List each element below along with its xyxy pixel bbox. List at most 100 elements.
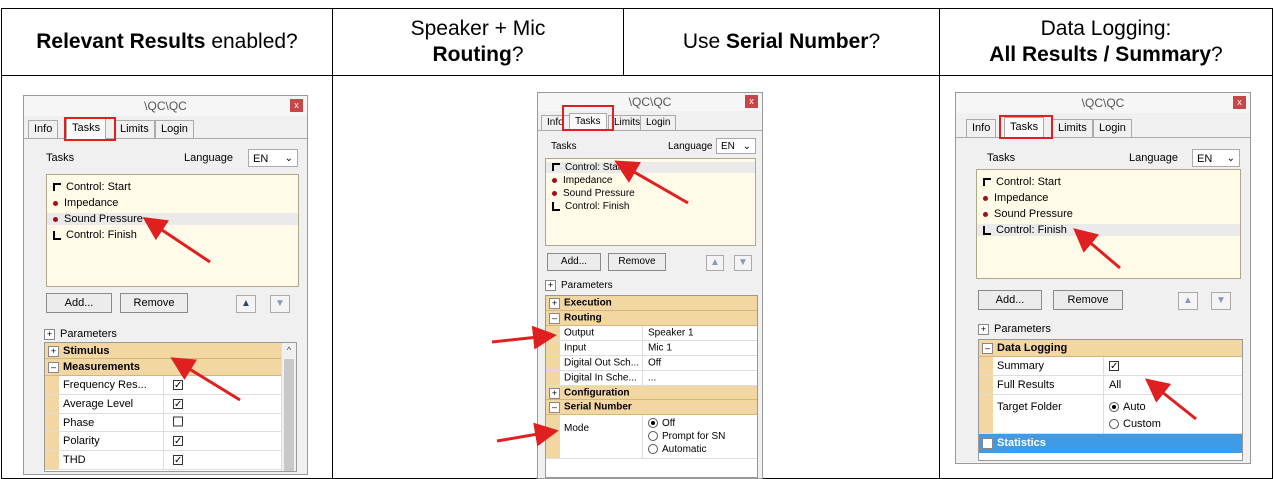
radio-custom[interactable]: Custom	[1109, 418, 1161, 430]
expand-icon: +	[982, 438, 993, 449]
table-row[interactable]: THD ✓	[45, 451, 296, 470]
move-up-button[interactable]: ▲	[236, 295, 256, 313]
language-label: Language	[1129, 152, 1178, 164]
bullet-icon	[552, 177, 557, 183]
add-button[interactable]: Add...	[978, 290, 1042, 310]
table-row[interactable]: Average Level ✓	[45, 395, 296, 414]
control-start-icon	[53, 183, 61, 192]
close-icon[interactable]: x	[290, 99, 303, 112]
table-row[interactable]: Mode Off Prompt for SN Automatic	[546, 415, 757, 459]
checkbox[interactable]: ✓	[173, 399, 183, 410]
category-configuration[interactable]: + Configuration	[546, 386, 757, 400]
add-button[interactable]: Add...	[547, 253, 601, 271]
expand-icon: +	[549, 298, 560, 309]
window-title: \QC\QC x	[24, 96, 307, 116]
parameters-toggle[interactable]: + Parameters	[978, 323, 1051, 335]
remove-button[interactable]: Remove	[1053, 290, 1123, 310]
control-finish-icon	[552, 201, 560, 211]
checkbox[interactable]: ✓	[173, 436, 183, 447]
table-row[interactable]: Output Speaker 1	[546, 326, 757, 341]
table-row[interactable]: Summary ✓	[979, 357, 1242, 376]
table-row[interactable]: Phase	[45, 414, 296, 432]
move-up-button[interactable]: ▲	[1178, 292, 1198, 310]
list-item[interactable]: Control: Start	[983, 176, 1061, 188]
list-item[interactable]: Sound Pressure	[552, 188, 635, 199]
category-stimulus[interactable]: + Stimulus	[45, 343, 296, 359]
task-list: Control: Start Impedance Sound Pressure …	[46, 174, 299, 287]
scrollbar[interactable]: ^	[281, 343, 296, 471]
qc-window-3: \QC\QC x Info Tasks Limits Login Tasks La…	[955, 92, 1251, 464]
task-list: Control: Start Impedance Sound Pressure …	[976, 169, 1241, 279]
tasks-label: Tasks	[46, 152, 75, 164]
radio-auto[interactable]: Auto	[1109, 401, 1146, 413]
category-measurements[interactable]: – Measurements	[45, 359, 296, 376]
category-serial-number[interactable]: – Serial Number	[546, 400, 757, 415]
tab-limits[interactable]: Limits	[114, 120, 155, 139]
tab-info[interactable]: Info	[966, 119, 997, 138]
checkbox[interactable]: ✓	[1109, 361, 1119, 372]
expand-icon: +	[545, 280, 556, 291]
parameters-toggle[interactable]: + Parameters	[44, 328, 117, 340]
list-item-selected[interactable]: Control: Finish	[977, 224, 1240, 236]
language-select[interactable]: EN ⌄	[716, 138, 756, 154]
language-select[interactable]: EN ⌄	[1192, 149, 1240, 167]
checkbox[interactable]: ✓	[173, 455, 183, 466]
list-item[interactable]: Impedance	[552, 175, 612, 186]
move-down-button[interactable]: ▼	[270, 295, 290, 313]
table-row[interactable]: Target Folder Auto Custom	[979, 395, 1242, 434]
add-button[interactable]: Add...	[46, 293, 112, 313]
table-row[interactable]: Input Mic 1	[546, 341, 757, 356]
tab-login[interactable]: Login	[155, 120, 194, 139]
property-grid: – Data Logging Summary ✓ Full Results All T…	[978, 339, 1243, 461]
table-row[interactable]: Polarity ✓	[45, 432, 296, 451]
highlight-box	[64, 117, 116, 141]
table-row[interactable]: Digital Out Sch... Off	[546, 356, 757, 371]
tab-login[interactable]: Login	[1093, 119, 1132, 138]
checkbox[interactable]: ✓	[173, 380, 183, 391]
property-grid: + Execution – Routing Output Speaker 1 Inpu…	[545, 295, 758, 478]
close-icon[interactable]: x	[1233, 96, 1246, 109]
category-data-logging[interactable]: – Data Logging	[979, 340, 1242, 357]
language-select[interactable]: EN ⌄	[248, 149, 298, 167]
move-down-button[interactable]: ▼	[1211, 292, 1231, 310]
list-item[interactable]: Sound Pressure	[983, 208, 1073, 220]
expand-icon: +	[44, 328, 55, 340]
highlight-box	[562, 105, 614, 131]
list-item[interactable]: Impedance	[983, 192, 1048, 204]
tasks-label: Tasks	[987, 152, 1016, 164]
list-item-selected[interactable]: Control: Start	[546, 162, 755, 173]
list-item[interactable]: Impedance	[53, 197, 118, 209]
close-icon[interactable]: x	[745, 95, 758, 108]
list-item[interactable]: Control: Finish	[552, 201, 629, 212]
radio-prompt-sn[interactable]: Prompt for SN	[648, 431, 725, 442]
list-item[interactable]: Control: Start	[53, 181, 131, 193]
bullet-icon	[983, 195, 988, 201]
remove-button[interactable]: Remove	[608, 253, 666, 271]
tab-info[interactable]: Info	[28, 120, 59, 139]
move-up-button[interactable]: ▲	[706, 255, 724, 271]
category-statistics[interactable]: + Statistics	[979, 434, 1242, 453]
parameters-toggle[interactable]: + Parameters	[545, 280, 613, 291]
list-item[interactable]: Control: Finish	[53, 229, 137, 241]
expand-icon: +	[978, 323, 989, 335]
checkbox[interactable]	[173, 416, 183, 426]
tab-login[interactable]: Login	[640, 115, 677, 131]
tab-limits[interactable]: Limits	[1052, 119, 1093, 138]
table-row[interactable]: Digital In Sche......	[546, 371, 757, 386]
expand-icon: +	[549, 387, 560, 399]
language-label: Language	[668, 141, 713, 152]
category-routing[interactable]: – Routing	[546, 311, 757, 326]
radio-automatic[interactable]: Automatic	[648, 444, 706, 455]
qc-window-1: \QC\QC x Info Tasks Limits Login Tasks La…	[23, 95, 308, 475]
category-execution[interactable]: + Execution	[546, 296, 757, 311]
control-start-icon	[552, 163, 560, 172]
move-down-button[interactable]: ▼	[734, 255, 752, 271]
table-row[interactable]: Full Results All	[979, 376, 1242, 395]
bullet-icon	[53, 200, 58, 206]
highlight-box	[999, 115, 1053, 139]
remove-button[interactable]: Remove	[120, 293, 188, 313]
control-start-icon	[983, 178, 991, 187]
radio-off[interactable]: Off	[648, 418, 675, 429]
list-item-selected[interactable]: Sound Pressure	[47, 213, 298, 225]
table-row[interactable]: Frequency Res... ✓	[45, 376, 296, 395]
